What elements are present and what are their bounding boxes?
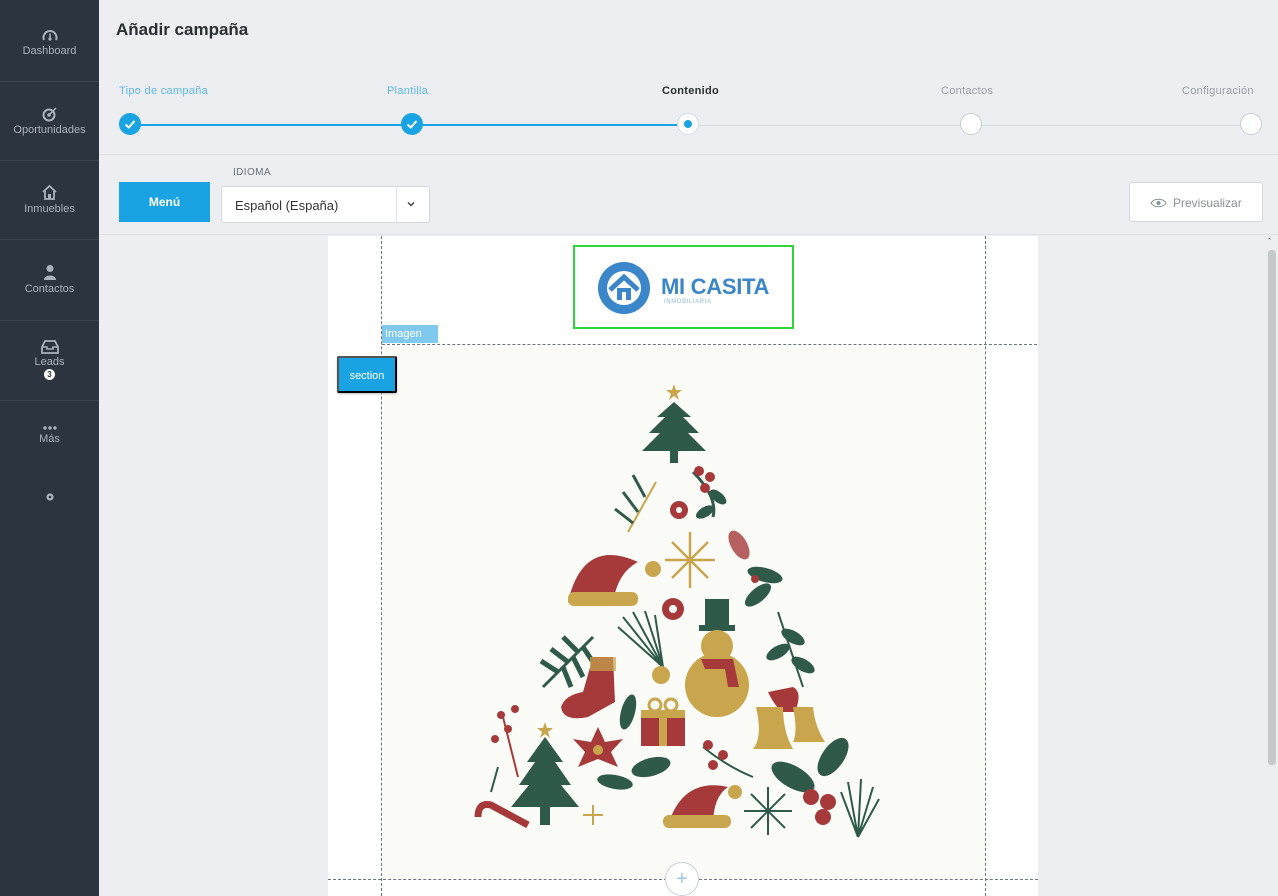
step-label-configuracion: Configuración: [1182, 85, 1254, 97]
add-block-button[interactable]: +: [665, 862, 699, 896]
step-label-tipo[interactable]: Tipo de campaña: [119, 85, 208, 97]
step-circle-tipo[interactable]: [119, 113, 141, 135]
sidebar: Dashboard Oportunidades Inmuebles Contac…: [0, 0, 99, 896]
sidebar-divider: [0, 400, 99, 401]
toolbar-divider-top: [99, 154, 1278, 155]
language-select[interactable]: Español (España): [221, 186, 430, 223]
sidebar-item-label: Oportunidades: [13, 124, 86, 136]
step-circle-contenido: [677, 113, 699, 135]
sidebar-item-inmuebles[interactable]: Inmuebles: [0, 184, 99, 215]
chevron-down-icon: [407, 201, 415, 207]
menu-button[interactable]: Menú: [119, 182, 210, 222]
select-divider: [396, 187, 397, 222]
sidebar-item-oportunidades[interactable]: Oportunidades: [0, 106, 99, 136]
canvas-scrollbar[interactable]: [1268, 250, 1276, 765]
sidebar-item-label: Más: [39, 433, 60, 445]
inbox-icon: [40, 340, 59, 354]
christmas-tree-image[interactable]: [383, 347, 985, 878]
leads-count-badge: 3: [44, 369, 55, 380]
block-guide-top: [382, 344, 1037, 345]
gear-icon: [45, 493, 54, 501]
settings-button[interactable]: [0, 492, 99, 502]
christmas-tree-illustration: [474, 384, 880, 838]
language-value: Español (España): [235, 198, 339, 213]
logo-subtitle: INMOBILIARIA: [664, 299, 712, 305]
step-label-plantilla[interactable]: Plantilla: [387, 85, 428, 97]
step-label-contactos: Contactos: [941, 85, 994, 97]
sidebar-item-leads[interactable]: Leads 3: [0, 340, 99, 380]
preview-button[interactable]: Previsualizar: [1129, 182, 1263, 222]
eye-icon: [1150, 198, 1167, 208]
gauge-icon: [42, 30, 57, 41]
image-block-tag: Imagen: [382, 325, 438, 343]
sidebar-item-contactos[interactable]: Contactos: [0, 264, 99, 295]
sidebar-divider: [0, 81, 99, 82]
language-caption: IDIOMA: [233, 167, 271, 178]
sidebar-item-label: Contactos: [24, 283, 75, 295]
step-circle-configuracion: [1240, 113, 1262, 135]
sidebar-item-label: Leads: [34, 356, 65, 368]
target-icon: [42, 107, 57, 122]
sidebar-item-label: Inmuebles: [24, 203, 75, 215]
step-circle-contactos: [960, 113, 982, 135]
section-button[interactable]: section: [337, 356, 397, 393]
sidebar-divider: [0, 160, 99, 161]
sidebar-item-label: Dashboard: [22, 45, 77, 57]
step-label-contenido: Contenido: [662, 85, 720, 97]
sidebar-divider: [0, 320, 99, 321]
check-icon: [124, 120, 136, 129]
toolbar-divider-bottom: [99, 234, 1278, 235]
sidebar-item-dashboard[interactable]: Dashboard: [0, 28, 99, 57]
scroll-up-arrow-icon[interactable]: ˆ: [1268, 237, 1271, 247]
house-icon: [42, 184, 57, 200]
sidebar-item-mas[interactable]: Más: [0, 425, 99, 445]
logo-block-selected[interactable]: MI CASITA INMOBILIARIA: [573, 245, 794, 329]
block-guide-right: [985, 236, 986, 896]
page-title: Añadir campaña: [116, 20, 249, 39]
check-icon: [406, 120, 418, 129]
more-dots-icon: [42, 426, 57, 430]
house-logo-icon: [598, 262, 650, 314]
step-circle-plantilla[interactable]: [401, 113, 423, 135]
preview-label: Previsualizar: [1173, 196, 1242, 210]
person-icon: [43, 265, 56, 280]
sidebar-divider: [0, 239, 99, 240]
logo-title: MI CASITA: [661, 274, 770, 299]
